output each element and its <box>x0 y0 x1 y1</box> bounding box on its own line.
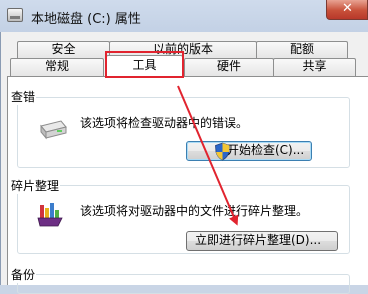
defragment-icon <box>37 203 63 227</box>
defragment-now-label: 立即进行碎片整理(D)... <box>195 233 322 247</box>
close-icon: ✕ <box>342 1 353 16</box>
defragment-now-button[interactable]: 立即进行碎片整理(D)... <box>186 231 338 251</box>
tab-quota[interactable]: 配额 <box>256 41 348 59</box>
tab-label: 共享 <box>302 59 327 73</box>
backup-title: 备份 <box>10 266 37 283</box>
title-bar: 本地磁盘 (C:) 属性 ✕ <box>0 0 368 32</box>
tab-label: 配额 <box>289 42 314 56</box>
drive-icon <box>7 8 23 22</box>
hard-drive-icon <box>40 120 67 140</box>
defrag-description: 该选项将对驱动器中的文件进行碎片整理。 <box>80 204 309 218</box>
tab-label: 安全 <box>51 42 76 56</box>
tab-label: 常规 <box>44 59 69 73</box>
window-title: 本地磁盘 (C:) 属性 <box>31 12 141 27</box>
tab-sharing[interactable]: 共享 <box>273 58 356 77</box>
uac-shield-icon <box>215 142 230 161</box>
tab-security[interactable]: 安全 <box>17 41 110 59</box>
error-check-title: 查错 <box>10 88 37 105</box>
close-button[interactable]: ✕ <box>326 0 368 20</box>
error-check-description: 该选项将检查驱动器中的错误。 <box>80 116 249 130</box>
backup-group <box>17 274 350 294</box>
tab-hardware[interactable]: 硬件 <box>184 58 274 77</box>
start-check-button[interactable]: 开始检查(C)... <box>186 141 312 161</box>
defrag-title: 碎片整理 <box>10 177 61 194</box>
tab-highlight-box <box>105 51 184 78</box>
tab-label: 硬件 <box>216 59 241 73</box>
tab-general[interactable]: 常规 <box>10 58 104 77</box>
start-check-label: 开始检查(C)... <box>227 143 305 157</box>
